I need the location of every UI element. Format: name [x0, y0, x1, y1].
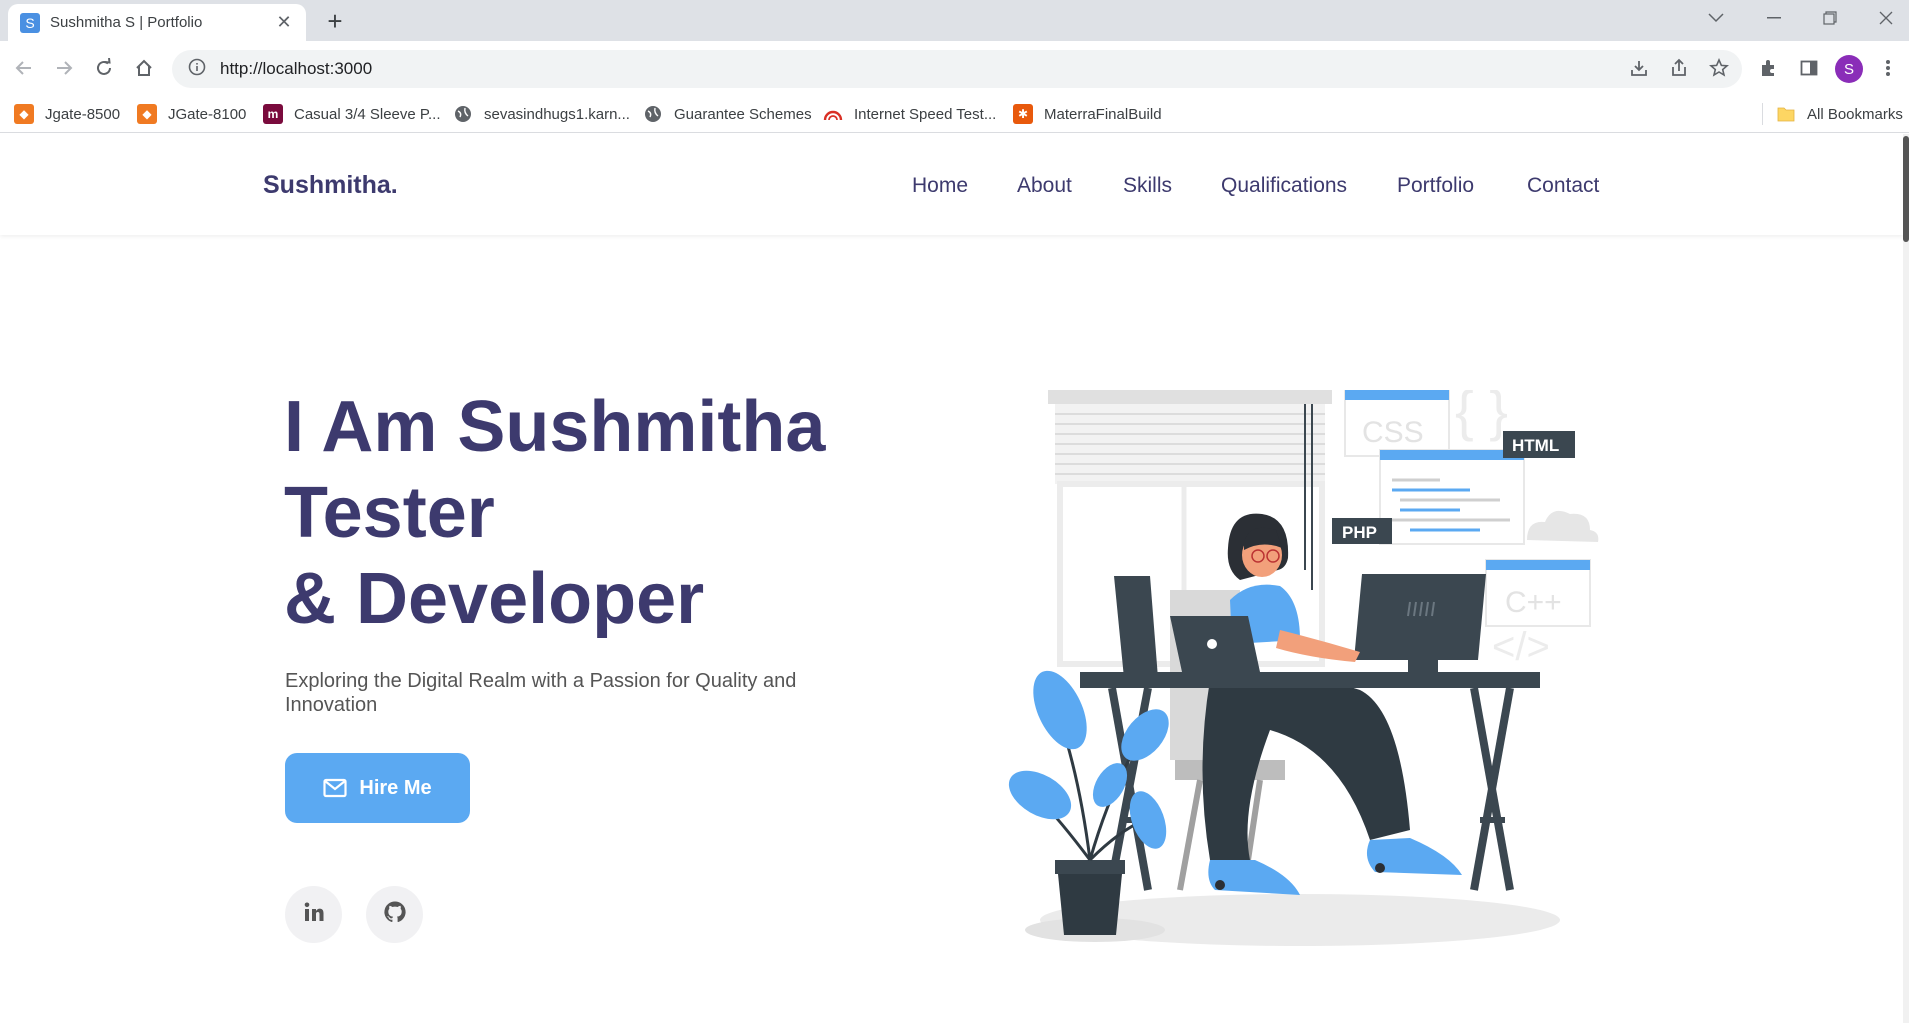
browser-toolbar: http://localhost:3000 S — [0, 41, 1909, 95]
nav-contact[interactable]: Contact — [1527, 174, 1599, 198]
hero-title-line2: Tester — [284, 473, 495, 553]
nav-qualifications[interactable]: Qualifications — [1221, 174, 1347, 198]
linkedin-icon — [303, 901, 325, 929]
hire-me-button[interactable]: Hire Me — [285, 753, 470, 823]
nav-about[interactable]: About — [1017, 174, 1072, 198]
mail-icon — [323, 778, 347, 798]
browser-tab[interactable]: S Sushmitha S | Portfolio ✕ — [8, 4, 306, 41]
bookmark-label: Jgate-8500 — [45, 105, 121, 123]
hero-subtitle: Exploring the Digital Realm with a Passi… — [285, 670, 797, 716]
bookmark-label: sevasindhugs1.karn... — [484, 105, 630, 123]
site-info-icon[interactable] — [188, 58, 206, 81]
hero-title-line3: & Developer — [284, 559, 705, 639]
site-logo[interactable]: Sushmitha. — [263, 171, 398, 200]
speedometer-icon — [823, 104, 843, 124]
bookmark-label: JGate-8100 — [168, 105, 247, 123]
globe-icon — [453, 104, 473, 124]
page-scrollbar[interactable] — [1903, 134, 1909, 1023]
jgate-icon: ◆ — [14, 104, 34, 124]
linkedin-link[interactable] — [285, 886, 342, 943]
github-link[interactable] — [366, 886, 423, 943]
developer-illustration: CSS { } HTML PHP C++ </> — [1000, 379, 1620, 950]
more-menu-icon[interactable] — [1872, 52, 1904, 84]
hero-title-line1: I Am Sushmitha — [284, 387, 826, 467]
bookmark-label: MaterraFinalBuild — [1044, 105, 1162, 123]
close-window-button[interactable] — [1858, 0, 1909, 36]
restore-button[interactable] — [1802, 0, 1858, 36]
reload-button[interactable] — [88, 52, 120, 84]
url-text[interactable]: http://localhost:3000 — [220, 59, 372, 79]
hire-me-label: Hire Me — [359, 776, 432, 799]
hero-title: I Am Sushmitha Tester & Developer — [284, 384, 984, 642]
tab-favicon: S — [20, 12, 40, 33]
bookmark-jgate-8500[interactable]: ◆ Jgate-8500 — [14, 95, 120, 133]
minimize-button[interactable] — [1746, 0, 1802, 36]
svg-text:HTML: HTML — [1512, 436, 1559, 455]
svg-text:</>: </> — [1492, 625, 1550, 669]
svg-text:{ }: { } — [1455, 390, 1508, 442]
tab-title: Sushmitha S | Portfolio — [50, 14, 203, 31]
bookmark-label: Casual 3/4 Sleeve P... — [294, 105, 441, 123]
bookmark-label: Guarantee Schemes — [674, 105, 812, 123]
jgate-icon: ◆ — [137, 104, 157, 124]
svg-text:CSS: CSS — [1362, 416, 1424, 449]
close-tab-icon[interactable]: ✕ — [274, 12, 294, 33]
nav-skills[interactable]: Skills — [1123, 174, 1172, 198]
bookmarks-divider — [1762, 103, 1763, 125]
tab-search-icon[interactable] — [1688, 0, 1744, 36]
materra-icon: ✱ — [1013, 104, 1033, 124]
page-viewport: Sushmitha. Home About Skills Qualificati… — [0, 134, 1909, 1023]
bookmark-sevasindhu[interactable]: sevasindhugs1.karn... — [453, 95, 630, 133]
svg-text:PHP: PHP — [1342, 523, 1377, 542]
share-icon[interactable] — [1663, 52, 1695, 84]
address-bar[interactable]: http://localhost:3000 — [172, 50, 1742, 88]
profile-avatar[interactable]: S — [1835, 55, 1863, 83]
bookmark-guarantee-schemes[interactable]: Guarantee Schemes — [643, 95, 812, 133]
bookmark-casual-sleeve[interactable]: m Casual 3/4 Sleeve P... — [263, 95, 440, 133]
bookmarks-bar: ◆ Jgate-8500 ◆ JGate-8100 m Casual 3/4 S… — [0, 95, 1909, 133]
nav-home[interactable]: Home — [912, 174, 968, 198]
new-tab-button[interactable]: + — [320, 6, 350, 36]
forward-button[interactable] — [48, 52, 80, 84]
svg-text:C++: C++ — [1505, 586, 1562, 619]
site-header: Sushmitha. Home About Skills Qualificati… — [0, 134, 1903, 235]
side-panel-icon[interactable] — [1793, 52, 1825, 84]
globe-icon — [643, 104, 663, 124]
github-icon — [383, 900, 407, 930]
back-button[interactable] — [8, 52, 40, 84]
folder-icon — [1776, 104, 1796, 124]
all-bookmarks-folder[interactable]: All Bookmarks — [1776, 95, 1903, 133]
nav-portfolio[interactable]: Portfolio — [1397, 174, 1474, 198]
bookmark-speed-test[interactable]: Internet Speed Test... — [823, 95, 996, 133]
bookmark-label: All Bookmarks — [1807, 105, 1903, 123]
extensions-icon[interactable] — [1752, 52, 1784, 84]
myntra-icon: m — [263, 104, 283, 124]
home-button[interactable] — [128, 52, 160, 84]
bookmark-jgate-8100[interactable]: ◆ JGate-8100 — [137, 95, 246, 133]
bookmark-star-icon[interactable] — [1703, 52, 1735, 84]
bookmark-label: Internet Speed Test... — [854, 105, 997, 123]
tab-strip: S Sushmitha S | Portfolio ✕ + — [0, 0, 1909, 41]
bookmark-materra[interactable]: ✱ MaterraFinalBuild — [1013, 95, 1162, 133]
install-app-icon[interactable] — [1623, 52, 1655, 84]
scrollbar-thumb[interactable] — [1903, 136, 1909, 242]
